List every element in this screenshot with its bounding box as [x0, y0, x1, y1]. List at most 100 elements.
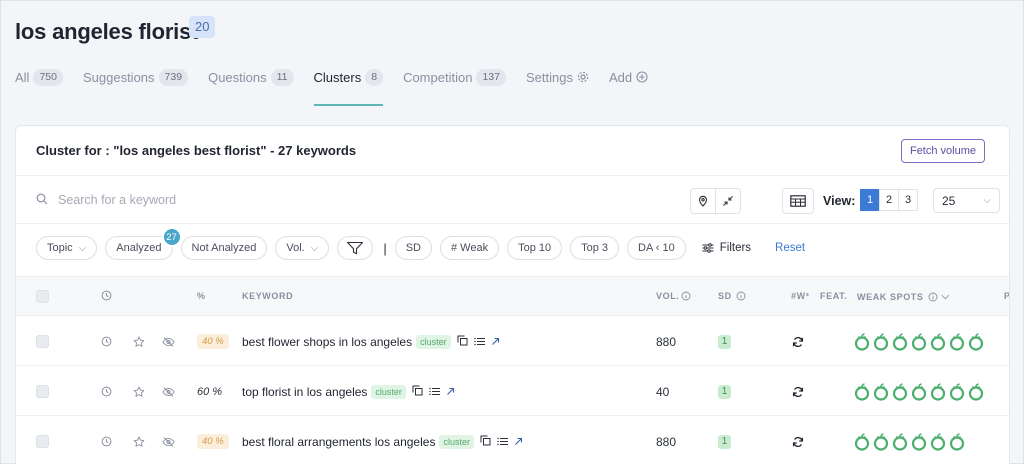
- collapse-button[interactable]: [715, 188, 741, 214]
- tab-count: 11: [270, 68, 294, 86]
- weak-spot-icon: [949, 332, 965, 351]
- view-page-2[interactable]: 2: [879, 189, 899, 211]
- col-keyword[interactable]: KEYWORD: [242, 291, 293, 301]
- keyword-count-badge: 20: [189, 16, 216, 38]
- copy-button[interactable]: [457, 335, 468, 349]
- clock-icon: [101, 336, 112, 347]
- info-icon: [928, 292, 937, 301]
- funnel-filter-button[interactable]: [337, 236, 374, 260]
- hide-button[interactable]: [162, 367, 175, 416]
- topic-filter[interactable]: Topic ⌵: [36, 236, 98, 260]
- volume-value: 40: [656, 384, 670, 399]
- col-sd[interactable]: SD: [718, 291, 746, 301]
- list-button[interactable]: [473, 335, 485, 349]
- eye-off-icon: [162, 436, 175, 447]
- chevron-down-icon: ⌵: [983, 195, 991, 206]
- favorite-button[interactable]: [133, 367, 145, 416]
- search-input[interactable]: [58, 189, 358, 211]
- chevron-down-icon: ⌵: [941, 291, 950, 302]
- table-row[interactable]: 40 % best flower shops in los angeles clus…: [16, 317, 1009, 366]
- volume-value: 880: [656, 434, 677, 449]
- eye-off-icon: [162, 386, 175, 397]
- history-button[interactable]: [101, 317, 112, 366]
- weak-spot-icon: [854, 332, 870, 351]
- tab-questions[interactable]: Questions 11: [208, 67, 294, 87]
- list-button[interactable]: [429, 385, 440, 399]
- cluster-tag: cluster: [416, 334, 451, 349]
- pct-badge: 60 %: [197, 385, 223, 398]
- sd-badge: 1: [718, 434, 731, 449]
- open-link-button[interactable]: [446, 385, 455, 399]
- keyword-link[interactable]: best flower shops in los angeles: [242, 335, 412, 349]
- row-checkbox[interactable]: [36, 385, 49, 398]
- favorite-button[interactable]: [133, 417, 145, 464]
- view-label: View:: [823, 194, 856, 208]
- analyzed-filter[interactable]: Analyzed 27: [105, 227, 182, 260]
- history-button[interactable]: [101, 367, 112, 416]
- filters-button[interactable]: Filters: [702, 242, 751, 254]
- volume-filter[interactable]: Vol. ⌵: [275, 236, 330, 260]
- weak-spots: [854, 332, 984, 351]
- weak-spot-icon: [854, 382, 870, 401]
- refresh-button[interactable]: [792, 417, 804, 464]
- row-checkbox[interactable]: [36, 335, 49, 348]
- col-w3[interactable]: #W³: [791, 291, 809, 301]
- tab-all[interactable]: All 750: [15, 67, 63, 87]
- tab-settings[interactable]: Settings: [526, 67, 589, 87]
- not-analyzed-filter[interactable]: Not Analyzed: [180, 236, 268, 260]
- tab-clusters[interactable]: Clusters 8: [313, 67, 384, 106]
- col-pct[interactable]: %: [197, 291, 206, 301]
- history-button[interactable]: [101, 417, 112, 464]
- refresh-button[interactable]: [792, 367, 804, 416]
- hide-button[interactable]: [162, 417, 175, 464]
- search-icon: [36, 193, 48, 205]
- col-volume[interactable]: VOL.: [656, 291, 691, 301]
- col-pr[interactable]: P: [1004, 291, 1009, 301]
- view-page-1[interactable]: 1: [860, 189, 880, 211]
- top3-filter[interactable]: Top 3: [570, 236, 620, 260]
- select-all-checkbox[interactable]: [36, 290, 49, 303]
- weak-spot-icon: [873, 382, 889, 401]
- open-link-button[interactable]: [491, 335, 500, 349]
- open-link-button[interactable]: [514, 435, 523, 449]
- weak-spot-icon: [949, 432, 965, 451]
- table-row[interactable]: 60 % top florist in los angeles cluster 40 1: [16, 367, 1009, 416]
- clock-icon: [101, 290, 112, 301]
- row-checkbox[interactable]: [36, 435, 49, 448]
- location-button[interactable]: [690, 188, 716, 214]
- pct-badge: 40 %: [197, 434, 229, 449]
- table-row[interactable]: 40 % best floral arrangements los angeles…: [16, 417, 1009, 464]
- favorite-button[interactable]: [133, 317, 145, 366]
- tab-competition[interactable]: Competition 137: [403, 67, 506, 87]
- col-weak-spots[interactable]: WEAK SPOTS ⌵: [857, 291, 950, 302]
- per-page-select[interactable]: 25 ⌵: [933, 188, 1000, 213]
- weak-spot-icon: [873, 432, 889, 451]
- search-toolbar: View: 1 2 3 25 ⌵: [16, 176, 1009, 224]
- refresh-icon: [792, 436, 804, 447]
- table-view-button[interactable]: [782, 188, 814, 214]
- keyword-link[interactable]: best floral arrangements los angeles: [242, 435, 435, 449]
- refresh-button[interactable]: [792, 317, 804, 366]
- copy-button[interactable]: [412, 385, 423, 399]
- filter-bar: Topic ⌵ Analyzed 27 Not Analyzed Vol. ⌵ | S…: [36, 227, 805, 260]
- star-icon: [133, 336, 145, 347]
- col-feat[interactable]: FEAT.: [820, 291, 847, 301]
- reset-link[interactable]: Reset: [775, 242, 805, 254]
- weak-spot-icon: [930, 432, 946, 451]
- weak-spot-icon: [892, 432, 908, 451]
- top10-filter[interactable]: Top 10: [507, 236, 563, 260]
- fetch-volume-button[interactable]: Fetch volume: [900, 138, 985, 163]
- tab-count: 750: [33, 68, 63, 86]
- table-icon: [790, 195, 806, 207]
- sd-filter[interactable]: SD: [394, 236, 432, 260]
- tab-suggestions[interactable]: Suggestions 739: [83, 67, 189, 87]
- tab-add[interactable]: Add: [609, 67, 648, 87]
- list-button[interactable]: [497, 435, 508, 449]
- keyword-link[interactable]: top florist in los angeles: [242, 385, 367, 399]
- view-page-3[interactable]: 3: [898, 189, 918, 211]
- cluster-tag: cluster: [439, 434, 474, 449]
- hide-button[interactable]: [162, 317, 175, 366]
- da-filter[interactable]: DA ‹ 10: [627, 236, 686, 260]
- copy-button[interactable]: [480, 435, 491, 449]
- weak-filter[interactable]: # Weak: [440, 236, 500, 260]
